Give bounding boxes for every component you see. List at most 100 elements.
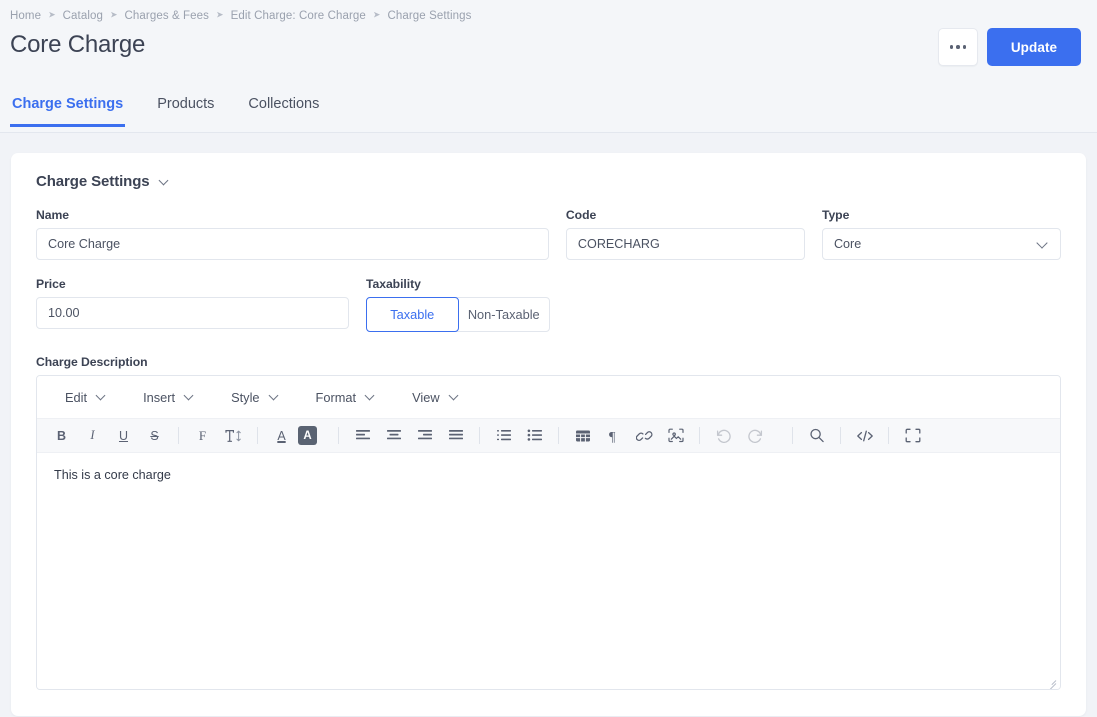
- tab-charge-settings[interactable]: Charge Settings: [10, 95, 126, 127]
- menu-edit-label: Edit: [65, 389, 88, 405]
- taxability-label: Taxability: [366, 277, 421, 291]
- taxability-option-non-taxable[interactable]: Non-Taxable: [459, 297, 550, 332]
- chevron-down-icon: [97, 392, 107, 402]
- toolbar-divider: [257, 427, 258, 444]
- more-actions-button[interactable]: [938, 28, 978, 66]
- align-center-icon[interactable]: [379, 423, 408, 448]
- menu-style[interactable]: Style: [213, 383, 297, 411]
- font-size-icon[interactable]: [219, 423, 248, 448]
- italic-glyph: I: [90, 428, 95, 442]
- align-justify-icon[interactable]: [441, 423, 470, 448]
- breadcrumb-separator-icon: ➤: [109, 9, 118, 20]
- menu-insert-label: Insert: [143, 389, 176, 405]
- redo-icon[interactable]: [740, 423, 769, 448]
- type-select[interactable]: Core: [821, 228, 1061, 260]
- strikethrough-glyph: S: [150, 428, 159, 443]
- font-family-icon[interactable]: F: [188, 423, 217, 448]
- svg-text:¶: ¶: [609, 430, 616, 443]
- fullscreen-icon[interactable]: [898, 423, 927, 448]
- search-replace-icon[interactable]: [802, 423, 831, 448]
- strikethrough-icon[interactable]: S: [140, 423, 169, 448]
- price-label: Price: [36, 277, 66, 291]
- toolbar-divider: [338, 427, 339, 444]
- menu-format[interactable]: Format: [298, 383, 395, 411]
- bold-icon[interactable]: B: [47, 423, 76, 448]
- field-type: Type Core: [821, 208, 1061, 260]
- breadcrumb-separator-icon: ➤: [372, 9, 381, 20]
- text-color-glyph: A: [277, 428, 286, 443]
- page-title: Core Charge: [10, 31, 146, 58]
- type-label: Type: [821, 208, 850, 222]
- menu-format-label: Format: [315, 389, 357, 405]
- rich-text-editor: Edit Insert Style Format View B I U S F …: [36, 375, 1061, 690]
- name-label: Name: [36, 208, 69, 222]
- chevron-down-icon: [366, 392, 376, 402]
- breadcrumb-separator-icon: ➤: [216, 9, 224, 20]
- editor-content-area[interactable]: This is a core charge: [37, 453, 1060, 689]
- toolbar-divider: [558, 427, 559, 444]
- charge-description-label: Charge Description: [36, 355, 148, 369]
- form-row-2: Price 10.00 Taxability Taxable Non-Taxab…: [36, 277, 1061, 332]
- chevron-down-icon: [450, 392, 460, 402]
- page-header: Home ➤ Catalog ➤ Charges & Fees ➤ Edit C…: [0, 0, 1097, 133]
- italic-icon[interactable]: I: [78, 423, 107, 448]
- code-label: Code: [565, 208, 597, 222]
- underline-icon[interactable]: U: [109, 423, 138, 448]
- highlight-glyph: A: [303, 429, 312, 442]
- chevron-down-icon: [270, 392, 280, 402]
- menu-edit[interactable]: Edit: [47, 383, 125, 411]
- toolbar-divider: [792, 427, 793, 444]
- highlight-color-icon[interactable]: A: [298, 426, 317, 445]
- chevron-down-icon: [1037, 238, 1049, 250]
- table-icon[interactable]: [568, 423, 597, 448]
- charge-settings-card: Charge Settings Name Core Charge Code CO…: [11, 153, 1086, 716]
- breadcrumb-item-charges-fees[interactable]: Charges & Fees: [125, 10, 210, 22]
- numbered-list-icon[interactable]: [489, 423, 518, 448]
- field-name: Name Core Charge: [36, 208, 549, 260]
- bulleted-list-icon[interactable]: [520, 423, 549, 448]
- link-icon[interactable]: [630, 423, 659, 448]
- menu-insert[interactable]: Insert: [125, 383, 213, 411]
- chevron-down-icon: [185, 392, 195, 402]
- ellipsis-icon: [949, 45, 954, 49]
- tab-bar: Charge Settings Products Collections: [0, 80, 1097, 127]
- chevron-down-icon[interactable]: [159, 176, 170, 187]
- source-code-icon[interactable]: [850, 423, 879, 448]
- align-left-icon[interactable]: [348, 423, 377, 448]
- taxability-option-taxable[interactable]: Taxable: [366, 297, 459, 332]
- code-input[interactable]: CORECHARG: [565, 228, 805, 260]
- breadcrumb-item-charge-settings: Charge Settings: [387, 9, 472, 22]
- breadcrumb-item-edit-charge[interactable]: Edit Charge: Core Charge: [231, 10, 366, 22]
- underline-glyph: U: [118, 428, 129, 443]
- title-row: Core Charge Update: [0, 22, 1097, 66]
- menu-view[interactable]: View: [394, 383, 478, 411]
- insert-image-icon[interactable]: [661, 423, 690, 448]
- price-input[interactable]: 10.00: [36, 297, 349, 329]
- ellipsis-icon: [962, 45, 967, 49]
- breadcrumb-separator-icon: ➤: [48, 9, 56, 20]
- update-button[interactable]: Update: [987, 28, 1081, 66]
- text-color-icon[interactable]: A: [267, 423, 296, 448]
- editor-resize-handle[interactable]: [1045, 674, 1057, 689]
- undo-icon[interactable]: [709, 423, 738, 448]
- field-price: Price 10.00: [36, 277, 349, 332]
- editor-toolbar: B I U S F A A ¶: [37, 418, 1060, 453]
- field-charge-description: Charge Description Edit Insert Style For…: [36, 349, 1061, 690]
- menu-style-label: Style: [231, 389, 260, 405]
- paragraph-marks-icon[interactable]: ¶: [599, 423, 628, 448]
- toolbar-divider: [699, 427, 700, 444]
- tab-collections[interactable]: Collections: [246, 95, 321, 127]
- breadcrumb: Home ➤ Catalog ➤ Charges & Fees ➤ Edit C…: [0, 0, 1097, 22]
- section-title: Charge Settings: [36, 173, 150, 190]
- breadcrumb-item-catalog[interactable]: Catalog: [63, 10, 103, 22]
- tab-products[interactable]: Products: [155, 95, 216, 127]
- align-right-icon[interactable]: [410, 423, 439, 448]
- type-select-value: Core: [833, 237, 862, 251]
- name-input[interactable]: Core Charge: [36, 228, 549, 260]
- toolbar-divider: [888, 427, 889, 444]
- toolbar-divider: [479, 427, 480, 444]
- editor-menubar: Edit Insert Style Format View: [37, 376, 1060, 418]
- form-row-1: Name Core Charge Code CORECHARG Type Cor…: [36, 208, 1061, 260]
- menu-view-label: View: [412, 389, 440, 405]
- breadcrumb-item-home[interactable]: Home: [10, 10, 41, 22]
